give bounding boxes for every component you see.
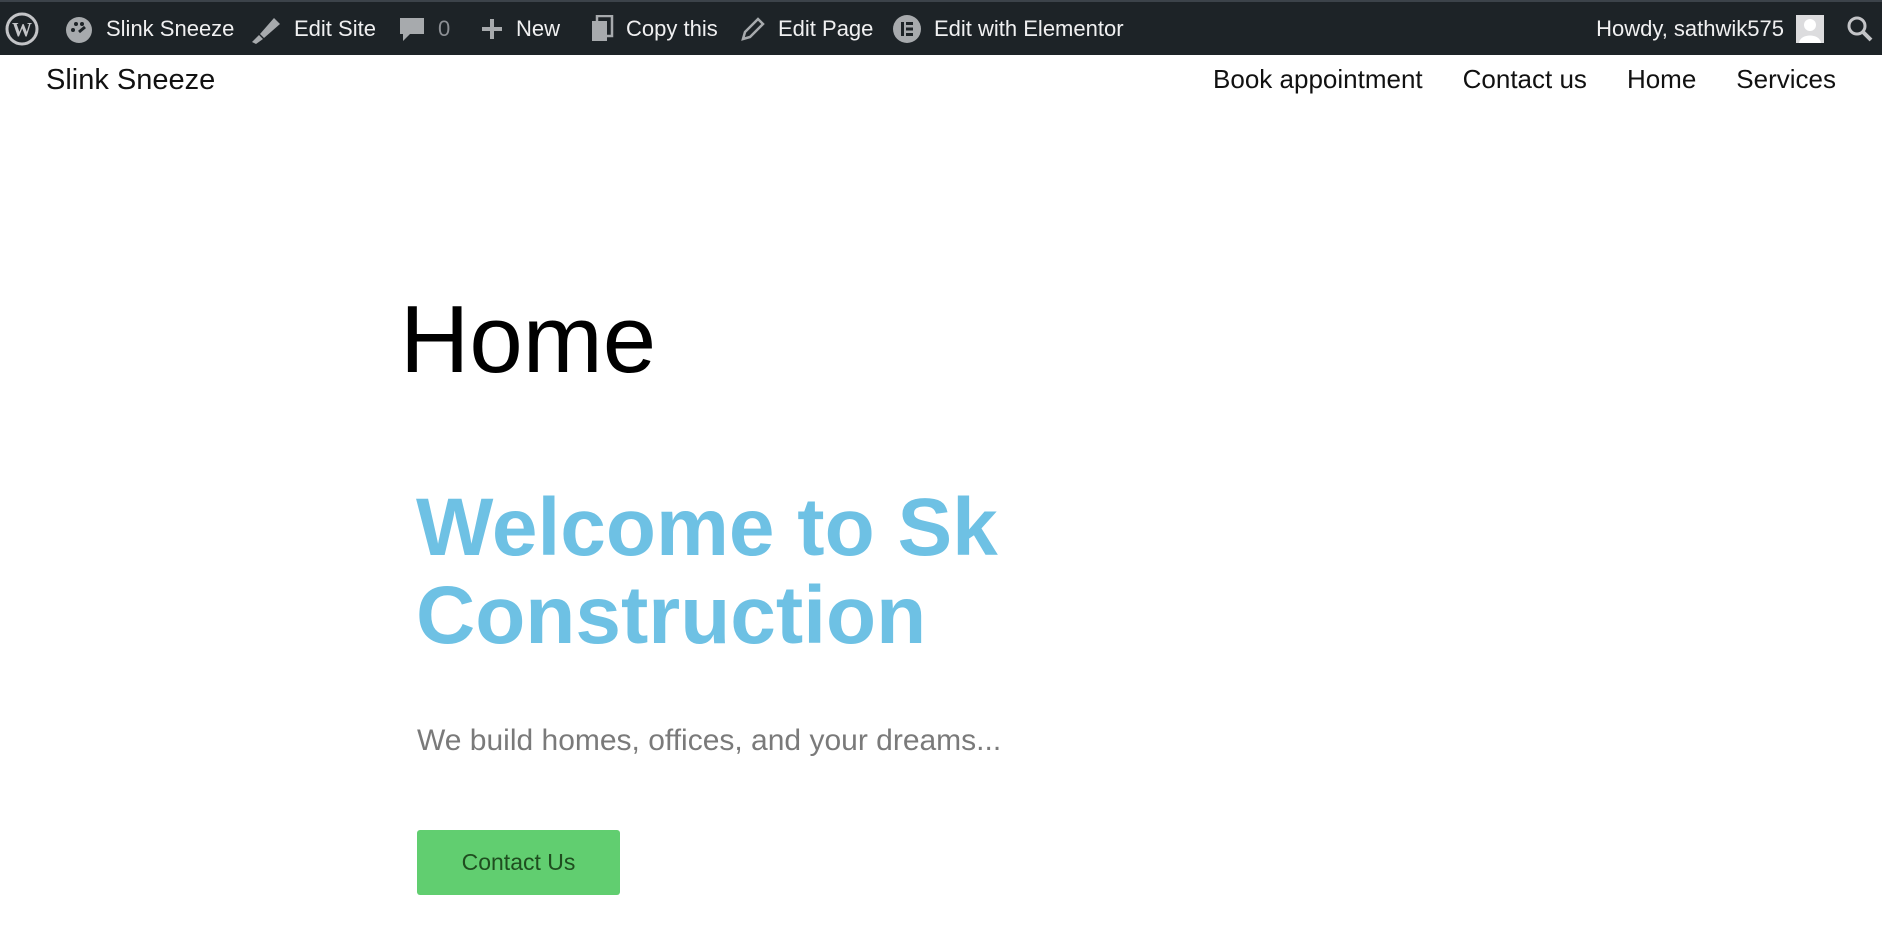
copy-this-link[interactable]: Copy this — [590, 2, 718, 55]
plus-icon — [480, 17, 504, 41]
edit-site-label: Edit Site — [294, 15, 376, 41]
nav-item-home[interactable]: Home — [1627, 64, 1696, 95]
nav-item-contact-us[interactable]: Contact us — [1463, 64, 1587, 95]
comment-icon — [398, 15, 426, 43]
copy-icon — [590, 14, 614, 43]
brush-icon — [250, 14, 282, 44]
nav-item-services[interactable]: Services — [1736, 64, 1836, 95]
comments-link[interactable]: 0 — [398, 2, 450, 55]
primary-nav: Book appointment Contact us Home Service… — [1213, 64, 1836, 95]
my-account-menu[interactable]: Howdy, sathwik575 — [1596, 2, 1824, 55]
comments-count: 0 — [438, 15, 451, 41]
new-label: New — [516, 15, 561, 41]
new-content-menu[interactable]: New — [480, 2, 560, 55]
copy-this-label: Copy this — [626, 15, 718, 41]
elementor-icon — [892, 14, 922, 44]
edit-elementor-link[interactable]: Edit with Elementor — [892, 2, 1124, 55]
page-title: Home — [400, 286, 657, 393]
edit-page-label: Edit Page — [778, 15, 874, 41]
site-name-menu[interactable]: Slink Sneeze — [64, 2, 234, 55]
wordpress-logo-icon: W — [4, 11, 40, 47]
edit-page-link[interactable]: Edit Page — [740, 2, 873, 55]
svg-text:W: W — [12, 19, 32, 41]
avatar-icon — [1796, 14, 1824, 43]
admin-bar: W Slink Sneeze Edit Site 0 New Copy this… — [0, 0, 1882, 55]
site-name-label: Slink Sneeze — [106, 15, 235, 41]
dashboard-icon — [64, 14, 94, 44]
contact-us-button[interactable]: Contact Us — [417, 830, 620, 895]
search-icon — [1846, 15, 1874, 43]
nav-item-book-appointment[interactable]: Book appointment — [1213, 64, 1423, 95]
site-title[interactable]: Slink Sneeze — [46, 64, 215, 97]
wordpress-menu[interactable]: W — [4, 2, 40, 55]
search-button[interactable] — [1846, 2, 1874, 55]
pencil-icon — [740, 16, 766, 42]
hero-heading: Welcome to Sk Construction — [416, 482, 998, 661]
edit-site-link[interactable]: Edit Site — [250, 2, 376, 55]
hero-subtitle: We build homes, offices, and your dreams… — [417, 724, 1002, 757]
edit-elementor-label: Edit with Elementor — [934, 15, 1124, 41]
howdy-label: Howdy, sathwik575 — [1596, 15, 1784, 41]
